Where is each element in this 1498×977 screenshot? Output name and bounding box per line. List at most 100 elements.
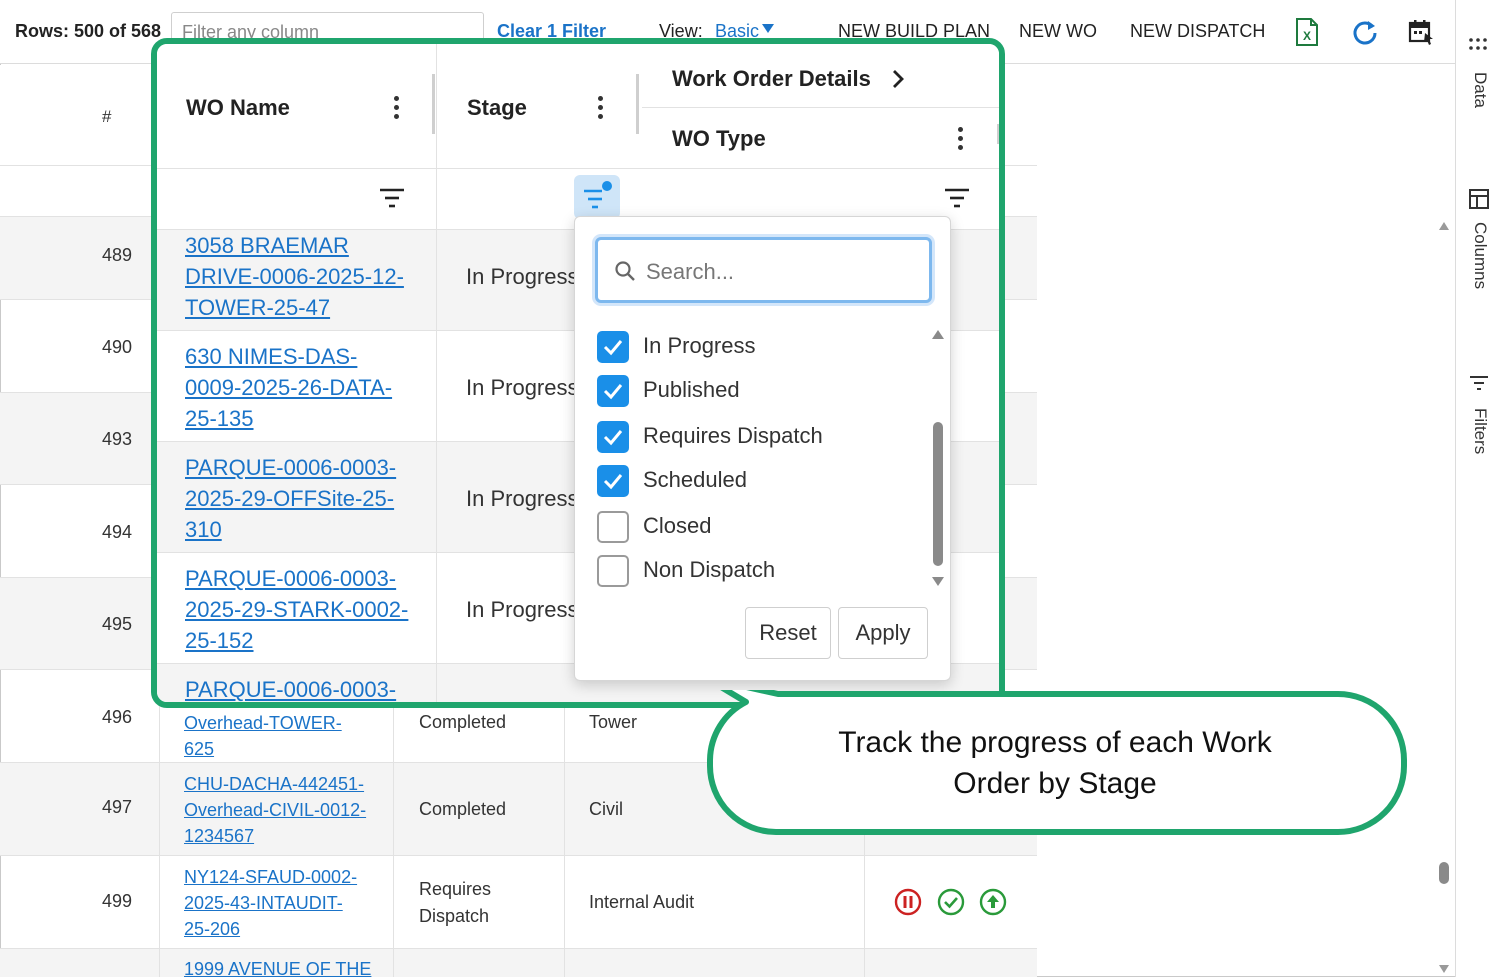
stage-cell: In Progress [466, 486, 579, 511]
column-divider [436, 442, 437, 553]
stage-menu-icon[interactable] [597, 96, 603, 122]
refresh-icon[interactable] [1351, 18, 1379, 46]
filter-option-label: Closed [643, 513, 712, 538]
search-placeholder: Search... [646, 259, 735, 284]
checkbox-checked[interactable] [597, 421, 629, 453]
check-circle-icon[interactable] [937, 888, 965, 916]
wo-name-link[interactable]: PARQUE-0006-0003- 2025-29-OFFSite-25- 31… [185, 452, 425, 545]
rows-count: Rows: 500 of 568 [15, 21, 162, 41]
upload-circle-icon[interactable] [979, 888, 1007, 916]
row-number: 499 [101, 891, 132, 911]
side-tab-data[interactable]: Data [1456, 36, 1498, 116]
column-divider [436, 230, 437, 331]
wo-type-cell: Tower [589, 712, 638, 732]
checkbox-unchecked[interactable] [597, 511, 629, 543]
wo-name-line: 25-206 [184, 919, 241, 939]
stage-filter-dropdown: Search... In Progress Published Requires… [574, 216, 951, 681]
wo-name-line: 0009-2025-26-DATA- [185, 375, 393, 400]
wo-name-link[interactable]: PARQUE-0006-0003- [185, 674, 425, 702]
wo-name-line: 2025-29-OFFSite-25- [185, 486, 395, 511]
stage-filter-button[interactable] [574, 175, 620, 219]
column-resize-handle[interactable] [997, 124, 999, 144]
column-divider [436, 44, 437, 169]
wo-name-line: PARQUE-0006-0003- [185, 455, 397, 480]
table-row[interactable]: 499 NY124-SFAUD-0002- 2025-43-INTAUDIT- … [0, 856, 1037, 949]
wo-name-line: 25-135 [185, 406, 254, 431]
active-filter-icon [584, 181, 612, 209]
row-number: 490 [101, 337, 132, 357]
svg-text:X: X [1303, 29, 1311, 43]
wo-name-link[interactable]: 1999 AVENUE OF THE [184, 956, 384, 977]
side-panel: Data Columns Filters [1455, 0, 1498, 977]
stage-cell: In Progress [466, 597, 579, 622]
stage-line: Requires [419, 879, 492, 899]
calendar-icon[interactable] [1407, 18, 1435, 46]
checkbox-unchecked[interactable] [597, 555, 629, 587]
wo-name-header[interactable]: WO Name [186, 95, 290, 121]
filter-option-in-progress[interactable]: In Progress [597, 331, 917, 363]
new-wo-button[interactable]: NEW WO [1019, 21, 1097, 42]
checkbox-checked[interactable] [597, 465, 629, 497]
wo-type-filter-icon[interactable] [944, 187, 970, 209]
filter-option-label: In Progress [643, 333, 756, 358]
wo-name-line: PARQUE-0006-0003- [185, 677, 397, 702]
grid-scrollbar[interactable] [1436, 218, 1452, 977]
dropdown-scrollbar[interactable] [927, 327, 947, 589]
filter-option-scheduled[interactable]: Scheduled [597, 465, 917, 497]
stage-line: Dispatch [419, 906, 490, 926]
filter-option-non-dispatch[interactable]: Non Dispatch [597, 555, 917, 587]
row-number: 496 [101, 707, 132, 727]
callout-line: Track the progress of each Work [838, 726, 1272, 759]
reset-button[interactable]: Reset [745, 607, 831, 659]
column-divider [159, 763, 160, 855]
stage-cell: Completed [419, 712, 507, 732]
checkbox-checked[interactable] [597, 375, 629, 407]
filter-search-input[interactable]: Search... [595, 237, 932, 303]
stage-header[interactable]: Stage [467, 95, 527, 121]
column-resize-handle[interactable] [432, 74, 435, 134]
wo-type-header[interactable]: WO Type [672, 126, 766, 152]
drag-handle-icon [1469, 38, 1487, 50]
wo-name-line: 2025-29-STARK-0002- [185, 597, 409, 622]
wo-name-line: Overhead-TOWER- [184, 713, 342, 733]
wo-type-cell: Civil [589, 799, 623, 819]
row-number-header: # [102, 107, 112, 126]
wo-name-menu-icon[interactable] [393, 96, 399, 122]
column-resize-handle[interactable] [636, 74, 639, 134]
column-divider [436, 331, 437, 442]
wo-type-menu-icon[interactable] [957, 127, 963, 153]
wo-name-link[interactable]: 630 NIMES-DAS- 0009-2025-26-DATA- 25-135 [185, 341, 425, 434]
filter-option-closed[interactable]: Closed [597, 511, 917, 543]
stage-cell: In Progress [466, 264, 579, 289]
wo-name-line: 630 NIMES-DAS- [185, 344, 358, 369]
wo-name-link[interactable]: NY124-SFAUD-0002- 2025-43-INTAUDIT- 25-2… [184, 864, 384, 942]
stage-cell: In Progress [466, 375, 579, 400]
stage-cell: Requires Dispatch [419, 876, 491, 930]
chevron-right-icon[interactable] [891, 68, 905, 90]
wo-name-link[interactable]: PARQUE-0006-0003- 2025-29-STARK-0002- 25… [185, 563, 425, 656]
wo-name-link[interactable]: CHU-DACHA-442451- Overhead-CIVIL-0012- 1… [184, 771, 384, 849]
work-order-details-group[interactable]: Work Order Details [672, 66, 871, 92]
wo-name-link[interactable]: 3058 BRAEMAR DRIVE-0006-2025-12- TOWER-2… [185, 230, 425, 323]
table-row[interactable]: 1999 AVENUE OF THE [0, 949, 1037, 977]
row-number: 493 [101, 429, 132, 449]
wo-name-link[interactable]: Overhead-TOWER- 625 [184, 710, 384, 762]
filter-option-requires-dispatch[interactable]: Requires Dispatch [597, 421, 917, 453]
excel-export-icon[interactable]: X [1294, 18, 1322, 46]
side-tab-columns[interactable]: Columns [1456, 186, 1498, 298]
caret-down-icon[interactable] [762, 24, 774, 33]
group-divider [642, 107, 999, 108]
column-divider [564, 856, 565, 948]
pause-icon[interactable] [894, 888, 922, 916]
wo-name-line: 1234567 [184, 826, 255, 846]
column-divider [159, 856, 160, 948]
new-dispatch-button[interactable]: NEW DISPATCH [1130, 21, 1265, 42]
side-tab-filters[interactable]: Filters [1456, 374, 1498, 464]
wo-name-filter-icon[interactable] [379, 187, 405, 209]
column-divider [159, 949, 160, 977]
checkbox-checked[interactable] [597, 331, 629, 363]
wo-type-cell: Internal Audit [589, 892, 695, 912]
apply-button[interactable]: Apply [838, 607, 928, 659]
column-divider [393, 949, 394, 977]
filter-option-published[interactable]: Published [597, 375, 917, 407]
